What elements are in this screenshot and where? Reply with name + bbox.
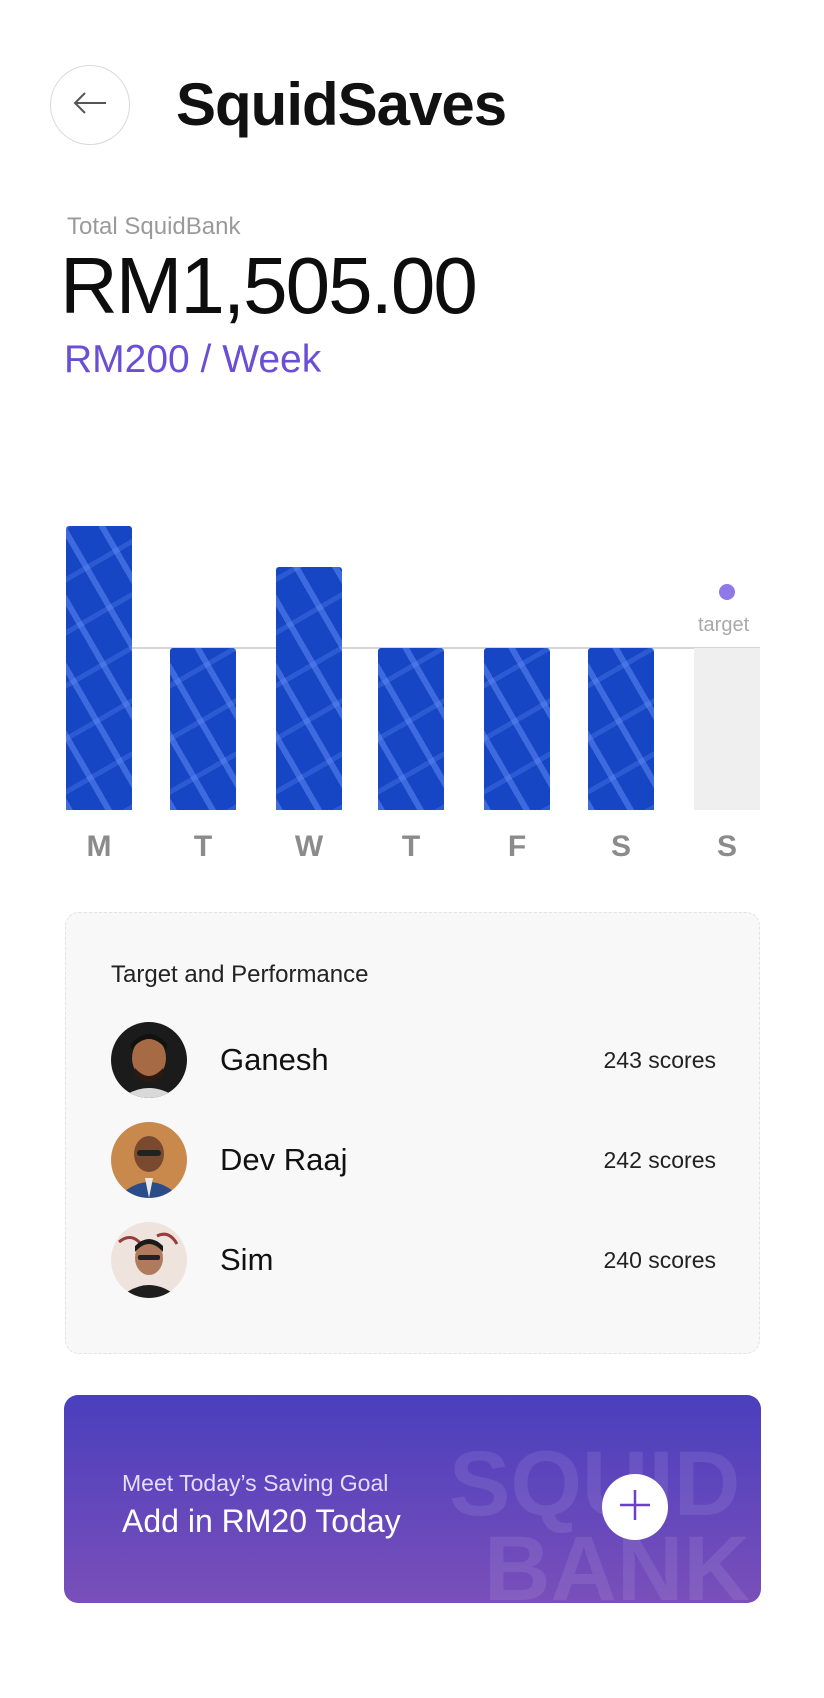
- plus-icon: [619, 1489, 651, 1526]
- day-tick-label: F: [507, 830, 527, 863]
- chart-bar: [66, 526, 132, 810]
- performance-card: Target and Performance Ganesh 243 scores: [65, 912, 760, 1354]
- day-tick-label: T: [401, 830, 421, 863]
- day-tick-label: S: [610, 830, 631, 863]
- chart-bar: [484, 648, 550, 810]
- player-name: Dev Raaj: [220, 1142, 348, 1177]
- weekly-rate: RM200 / Week: [64, 338, 322, 381]
- avatar: [111, 1122, 187, 1198]
- player-score: 240 scores: [603, 1246, 716, 1273]
- day-tick-label: W: [294, 830, 324, 863]
- avatar: [111, 1022, 187, 1098]
- target-label: target: [698, 614, 750, 636]
- saving-goal-card[interactable]: SQUID BANK Meet Today’s Saving Goal Add …: [64, 1395, 761, 1603]
- leaderboard-row[interactable]: Ganesh 243 scores: [111, 1021, 716, 1099]
- chart-bar: [276, 567, 342, 810]
- performance-title: Target and Performance: [111, 961, 369, 988]
- avatar: [111, 1222, 187, 1298]
- goal-subtitle: Meet Today’s Saving Goal: [122, 1470, 389, 1496]
- page-title: SquidSaves: [176, 71, 507, 138]
- player-score: 242 scores: [603, 1146, 716, 1173]
- leaderboard-row[interactable]: Dev Raaj 242 scores: [111, 1121, 716, 1199]
- player-score: 243 scores: [603, 1046, 716, 1073]
- add-savings-button[interactable]: [602, 1474, 668, 1540]
- total-label: Total SquidBank: [67, 213, 241, 240]
- chart-bar: [170, 648, 236, 810]
- target-dot: [719, 584, 735, 600]
- chart-bar: [378, 648, 444, 810]
- chart-bar: [588, 648, 654, 810]
- goal-title: Add in RM20 Today: [122, 1503, 401, 1539]
- player-name: Sim: [220, 1242, 274, 1277]
- leaderboard-row[interactable]: Sim 240 scores: [111, 1221, 716, 1299]
- back-button[interactable]: [50, 65, 130, 145]
- day-tick-label: T: [193, 830, 213, 863]
- total-amount: RM1,505.00: [60, 241, 478, 330]
- arrow-left-icon: [72, 91, 108, 120]
- chart-bar: [694, 648, 760, 810]
- day-tick-label: M: [86, 830, 112, 863]
- player-name: Ganesh: [220, 1042, 329, 1077]
- weekly-savings-chart: M T W T F Starget S: [0, 420, 824, 880]
- day-tick-label: S: [716, 830, 737, 863]
